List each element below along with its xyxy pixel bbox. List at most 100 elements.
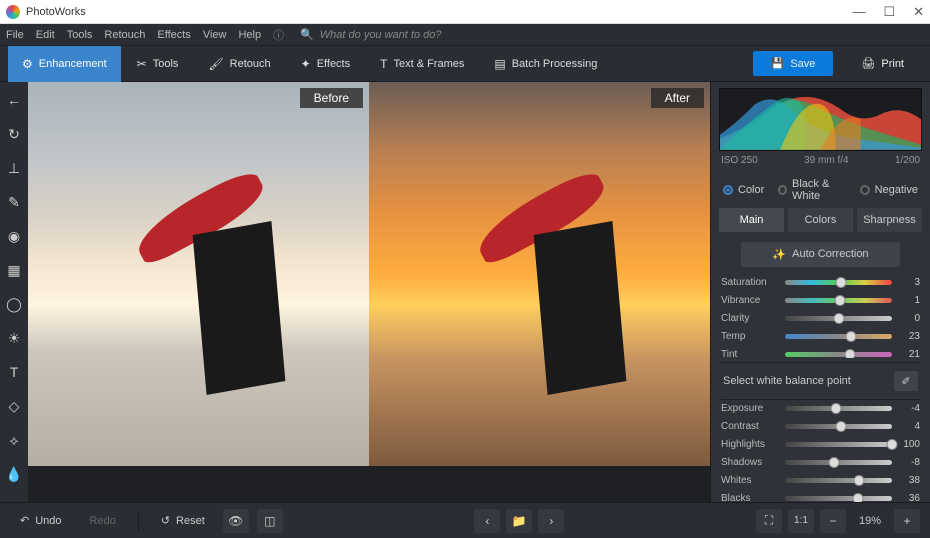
slider-thumb[interactable]: [833, 313, 844, 324]
slider-label: Exposure: [721, 403, 779, 414]
compare-icon[interactable]: ◫: [257, 509, 283, 533]
slider-temp[interactable]: Temp23: [721, 331, 920, 342]
slider-thumb[interactable]: [835, 277, 846, 288]
eye-icon[interactable]: 👁: [223, 509, 249, 533]
auto-correction-button[interactable]: ✨ Auto Correction: [741, 242, 900, 267]
text-tool-icon[interactable]: T: [4, 362, 24, 382]
slider-saturation[interactable]: Saturation3: [721, 277, 920, 288]
slider-label: Contrast: [721, 421, 779, 432]
slider-thumb[interactable]: [852, 493, 863, 502]
radial-icon[interactable]: ◉: [4, 226, 24, 246]
brush-tool-icon[interactable]: ✎: [4, 192, 24, 212]
slider-track[interactable]: [785, 298, 892, 303]
histogram[interactable]: [719, 88, 922, 151]
stack-icon: ▤: [494, 57, 505, 71]
radio-negative[interactable]: Negative: [860, 184, 918, 196]
menu-tools[interactable]: Tools: [67, 29, 93, 41]
slider-thumb[interactable]: [831, 403, 842, 414]
menu-file[interactable]: File: [6, 29, 24, 41]
slider-value: 36: [898, 493, 920, 502]
slider-thumb[interactable]: [846, 331, 857, 342]
tab-tools[interactable]: ✂Tools: [123, 46, 193, 82]
slider-vibrance[interactable]: Vibrance1: [721, 295, 920, 306]
reset-button[interactable]: ↺Reset: [151, 510, 215, 531]
radio-color[interactable]: Color: [723, 184, 764, 196]
fit-button[interactable]: ⛶: [756, 509, 782, 533]
slider-whites[interactable]: Whites38: [721, 475, 920, 486]
menu-view[interactable]: View: [203, 29, 227, 41]
folder-button[interactable]: 📁: [506, 509, 532, 533]
rotate-icon[interactable]: ↻: [4, 124, 24, 144]
image-before[interactable]: Before: [28, 82, 369, 466]
print-button[interactable]: 🖨Print: [843, 51, 922, 76]
slider-thumb[interactable]: [845, 349, 856, 358]
slider-track[interactable]: [785, 442, 892, 447]
minimize-button[interactable]: —: [852, 4, 865, 20]
slider-exposure[interactable]: Exposure-4: [721, 403, 920, 414]
eyedropper-button[interactable]: ✐: [894, 371, 918, 391]
gradient-icon[interactable]: ▦: [4, 260, 24, 280]
slider-contrast[interactable]: Contrast4: [721, 421, 920, 432]
image-after[interactable]: After: [369, 82, 710, 466]
slider-track[interactable]: [785, 334, 892, 339]
menu-retouch[interactable]: Retouch: [104, 29, 145, 41]
app-title: PhotoWorks: [26, 6, 86, 18]
subtab-colors[interactable]: Colors: [788, 208, 853, 232]
color-mode-radios: Color Black & White Negative: [711, 172, 930, 208]
menu-edit[interactable]: Edit: [36, 29, 55, 41]
close-button[interactable]: ✕: [913, 4, 924, 20]
slider-tint[interactable]: Tint21: [721, 349, 920, 358]
pin-icon[interactable]: ⟡: [4, 430, 24, 450]
slider-track[interactable]: [785, 316, 892, 321]
right-panel: ISO 250 39 mm f/4 1/200 Color Black & Wh…: [710, 82, 930, 502]
slider-track[interactable]: [785, 424, 892, 429]
radio-bw[interactable]: Black & White: [778, 178, 845, 202]
slider-track[interactable]: [785, 352, 892, 357]
ratio-button[interactable]: 1:1: [788, 509, 814, 533]
shape-icon[interactable]: ◇: [4, 396, 24, 416]
tab-text-frames[interactable]: TText & Frames: [366, 46, 478, 82]
prev-button[interactable]: ‹: [474, 509, 500, 533]
slider-thumb[interactable]: [835, 421, 846, 432]
help-icon[interactable]: ⓘ: [273, 27, 284, 43]
slider-thumb[interactable]: [829, 457, 840, 468]
tab-retouch[interactable]: 🖌Retouch: [194, 46, 284, 82]
slider-track[interactable]: [785, 406, 892, 411]
stamp-icon[interactable]: ⊥: [4, 158, 24, 178]
tab-batch[interactable]: ▤Batch Processing: [480, 46, 611, 82]
after-label: After: [651, 88, 704, 108]
zoom-out-button[interactable]: −: [820, 509, 846, 533]
menu-effects[interactable]: Effects: [157, 29, 190, 41]
search-icon: 🔍: [300, 28, 314, 41]
subtab-sharpness[interactable]: Sharpness: [857, 208, 922, 232]
drop-icon[interactable]: 💧: [4, 464, 24, 484]
shutter-label: 1/200: [895, 155, 920, 166]
slider-thumb[interactable]: [834, 295, 845, 306]
redo-button[interactable]: Redo: [80, 511, 126, 531]
slider-blacks[interactable]: Blacks36: [721, 493, 920, 502]
slider-track[interactable]: [785, 280, 892, 285]
tab-effects[interactable]: ✦Effects: [287, 46, 365, 82]
zoom-in-button[interactable]: +: [894, 509, 920, 533]
undo-button[interactable]: ↶Undo: [10, 510, 72, 531]
slider-clarity[interactable]: Clarity0: [721, 313, 920, 324]
search-box[interactable]: 🔍 What do you want to do?: [300, 28, 441, 41]
slider-label: Vibrance: [721, 295, 779, 306]
back-icon[interactable]: ←: [4, 90, 24, 110]
slider-highlights[interactable]: Highlights100: [721, 439, 920, 450]
menu-help[interactable]: Help: [238, 29, 261, 41]
slider-thumb[interactable]: [887, 439, 898, 450]
vignette-icon[interactable]: ◯: [4, 294, 24, 314]
slider-thumb[interactable]: [853, 475, 864, 486]
slider-track[interactable]: [785, 460, 892, 465]
subtab-main[interactable]: Main: [719, 208, 784, 232]
brightness-icon[interactable]: ☀: [4, 328, 24, 348]
slider-shadows[interactable]: Shadows-8: [721, 457, 920, 468]
bottom-bar: ↶Undo Redo ↺Reset 👁 ◫ ‹ 📁 › ⛶ 1:1 − 19% …: [0, 502, 930, 538]
slider-track[interactable]: [785, 478, 892, 483]
tab-enhancement[interactable]: ⚙Enhancement: [8, 46, 121, 82]
maximize-button[interactable]: ☐: [883, 4, 895, 20]
slider-track[interactable]: [785, 496, 892, 501]
save-button[interactable]: 💾Save: [753, 51, 834, 76]
next-button[interactable]: ›: [538, 509, 564, 533]
